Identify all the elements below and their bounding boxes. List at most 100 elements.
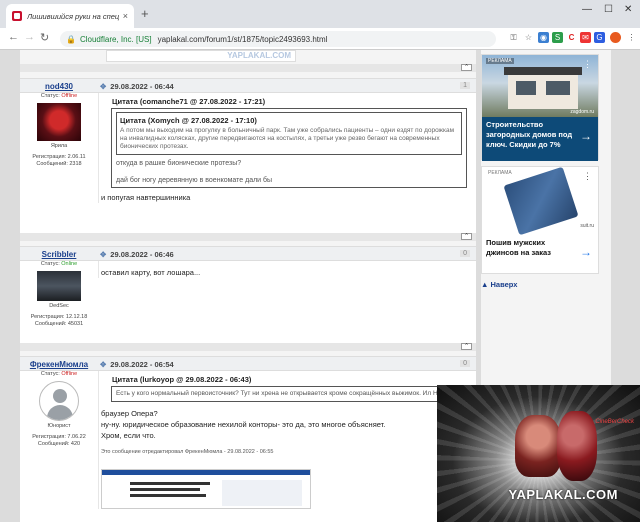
embedded-article-screenshot[interactable] — [101, 469, 311, 509]
ad-label: РЕКЛАМА — [486, 58, 514, 64]
watermark-text: YAPLAKAL.COM — [227, 51, 291, 60]
site-favicon-icon — [12, 11, 22, 21]
browser-toolbar: ← → ↻ 🔒 Cloudflare, Inc. [US] yaplakal.c… — [0, 28, 640, 50]
extension-1-icon[interactable]: ◉ — [538, 32, 549, 43]
pin-icon[interactable]: ✥ — [100, 82, 106, 91]
user-messages: Сообщений: 2318 — [36, 161, 82, 167]
tab-close-icon[interactable]: × — [123, 11, 128, 21]
post-rating[interactable]: 0 — [460, 250, 470, 257]
post-rating[interactable]: 0 — [460, 360, 470, 367]
user-status: Статус: Offline — [40, 93, 78, 99]
video-watermark: YAPLAKAL.COM — [508, 487, 618, 502]
avatar[interactable] — [37, 103, 81, 141]
post-body: Цитата (comanche71 @ 27.08.2022 - 17:21)… — [98, 93, 476, 203]
ad-arrow-icon[interactable]: → — [580, 129, 592, 143]
ad-image: ⋮ zagdom.ru — [482, 55, 598, 117]
post-header: nod430 ✥ 29.08.2022 - 06:44 1 — [20, 79, 476, 93]
tab-title: Лишившийся руки на спецопер — [27, 11, 119, 21]
security-label: Cloudflare, Inc. [US] — [79, 34, 152, 44]
post-username[interactable]: nod430 — [20, 82, 98, 91]
scroll-up-button[interactable]: ^ — [461, 343, 472, 350]
user-rank: Ярила — [50, 143, 68, 149]
avatar[interactable] — [37, 271, 81, 301]
default-avatar-icon[interactable] — [39, 381, 79, 421]
post-username[interactable]: ФрекенМюмла — [20, 360, 98, 369]
ad-label: РЕКЛАМА — [488, 170, 512, 176]
key-icon[interactable]: ⚿ — [508, 32, 519, 43]
post-date: ✥ 29.08.2022 - 06:44 — [100, 82, 174, 91]
post-body: оставил карту, вот лошара... — [98, 261, 476, 278]
post-date: ✥ 29.08.2022 - 06:46 — [100, 250, 174, 259]
nested-quote: Цитата (Xomych @ 27.08.2022 - 17:10) А п… — [116, 112, 462, 155]
user-info: Статус: Offline Юнорист Регистрация: 7.0… — [20, 371, 98, 448]
extension-3-icon[interactable]: C — [566, 32, 577, 43]
ad-block-jeans[interactable]: ⋮ suit.ru РЕКЛАМА Пошив мужских джинсов … — [481, 166, 599, 274]
ad-domain: suit.ru — [580, 223, 594, 229]
embedded-screenshot-fragment: YAPLAKAL.COM — [106, 50, 296, 62]
maximize-button[interactable]: ☐ — [604, 4, 613, 15]
lock-icon: 🔒 — [66, 34, 76, 44]
pin-icon[interactable]: ✥ — [100, 250, 106, 259]
quote-text: откуда в рашке бионические протезы? — [116, 160, 242, 167]
quote-header: Цитата (lurkoyop @ 29.08.2022 - 06:43) — [112, 375, 252, 384]
post-header: ФрекенМюмла ✥ 29.08.2022 - 06:54 0 — [20, 357, 476, 371]
close-window-button[interactable]: ✕ — [624, 4, 632, 15]
extension-4-icon[interactable]: ✉ — [580, 32, 591, 43]
extension-5-icon[interactable]: G — [594, 32, 605, 43]
reload-icon[interactable]: ↻ — [40, 31, 49, 44]
post-rating[interactable]: 1 — [460, 82, 470, 89]
post-header: Scribbler ✥ 29.08.2022 - 06:46 0 — [20, 247, 476, 261]
user-info: Статус: Offline Ярила Регистрация: 2.06.… — [20, 93, 98, 168]
quote-box: Цитата (Xomych @ 27.08.2022 - 17:10) А п… — [111, 108, 467, 188]
forward-icon[interactable]: → — [24, 31, 35, 43]
user-rank: DedSec — [49, 303, 69, 309]
post-text: оставил карту, вот лошара... — [101, 268, 201, 277]
star-icon[interactable]: ☆ — [523, 32, 534, 43]
pin-icon[interactable]: ✥ — [100, 360, 106, 369]
forum-post: Scribbler ✥ 29.08.2022 - 06:46 0 Статус: … — [20, 246, 476, 344]
user-status: Статус: Online — [40, 261, 78, 267]
profile-avatar[interactable] — [610, 32, 621, 43]
quote-header: Цитата (comanche71 @ 27.08.2022 - 17:21) — [112, 97, 266, 106]
ad-menu-icon[interactable]: ⋮ — [583, 171, 592, 182]
ad-menu-icon[interactable]: ⋮ — [583, 59, 592, 70]
user-registration: Регистрация: 12.12.18 — [30, 314, 88, 320]
menu-icon[interactable]: ⋮ — [626, 32, 637, 43]
floating-video-player[interactable]: CineBerCheck YAPLAKAL.COM — [437, 385, 640, 522]
address-bar[interactable]: 🔒 Cloudflare, Inc. [US] yaplakal.com/for… — [60, 31, 496, 47]
extension-2-icon[interactable]: S — [552, 32, 563, 43]
user-registration: Регистрация: 2.06.11 — [32, 154, 86, 160]
nested-quote-header: Цитата (Xomych @ 27.08.2022 - 17:10) — [120, 116, 257, 125]
user-messages: Сообщений: 45031 — [34, 321, 84, 327]
post-text: и попугая навтершинника — [101, 193, 191, 202]
quote-box: Есть у кого нормальный первоисточник? Ту… — [111, 386, 477, 402]
edited-note: Это сообщение отредактировал ФрекенМюмла… — [101, 449, 274, 455]
forum-post: nod430 ✥ 29.08.2022 - 06:44 1 Статус: Off… — [20, 78, 476, 234]
ad-image: ⋮ suit.ru — [482, 166, 598, 236]
back-to-top-link[interactable]: ▲ Наверх — [481, 280, 517, 289]
post-body: Цитата (lurkoyop @ 29.08.2022 - 06:43) Е… — [98, 371, 477, 509]
browser-titlebar: Лишившийся руки на спецопер × + — ☐ ✕ — [0, 0, 640, 28]
quote-text: дай бог ногу деревянную в военкомате дал… — [116, 177, 273, 184]
ad-block-houses[interactable]: ⋮ zagdom.ru РЕКЛАМА Строительство загоро… — [481, 54, 599, 161]
post-divider: ^ — [20, 233, 476, 241]
user-rank: Юнорист — [47, 423, 71, 429]
post-date: ✥ 29.08.2022 - 06:54 — [100, 360, 174, 369]
post-divider: ^ — [20, 64, 476, 72]
scroll-up-button[interactable]: ^ — [461, 64, 472, 71]
new-tab-button[interactable]: + — [141, 6, 149, 21]
video-brand: CineBerCheck — [595, 419, 634, 425]
post-divider: ^ — [20, 343, 476, 351]
user-status: Статус: Offline — [40, 371, 78, 377]
minimize-button[interactable]: — — [582, 4, 592, 15]
user-messages: Сообщений: 420 — [37, 441, 81, 447]
url-text: yaplakal.com/forum1/st/1875/topic2493693… — [157, 34, 328, 44]
scroll-up-button[interactable]: ^ — [461, 233, 472, 240]
browser-tab[interactable]: Лишившийся руки на спецопер × — [6, 4, 134, 28]
post-text: браузер Опера? — [101, 409, 158, 418]
nested-quote-text: А потом мы выходим на прогулку в больнич… — [120, 127, 455, 150]
back-icon[interactable]: ← — [8, 31, 19, 43]
user-info: Статус: Online DedSec Регистрация: 12.12… — [20, 261, 98, 328]
post-username[interactable]: Scribbler — [20, 250, 98, 259]
ad-arrow-icon[interactable]: → — [580, 245, 592, 259]
